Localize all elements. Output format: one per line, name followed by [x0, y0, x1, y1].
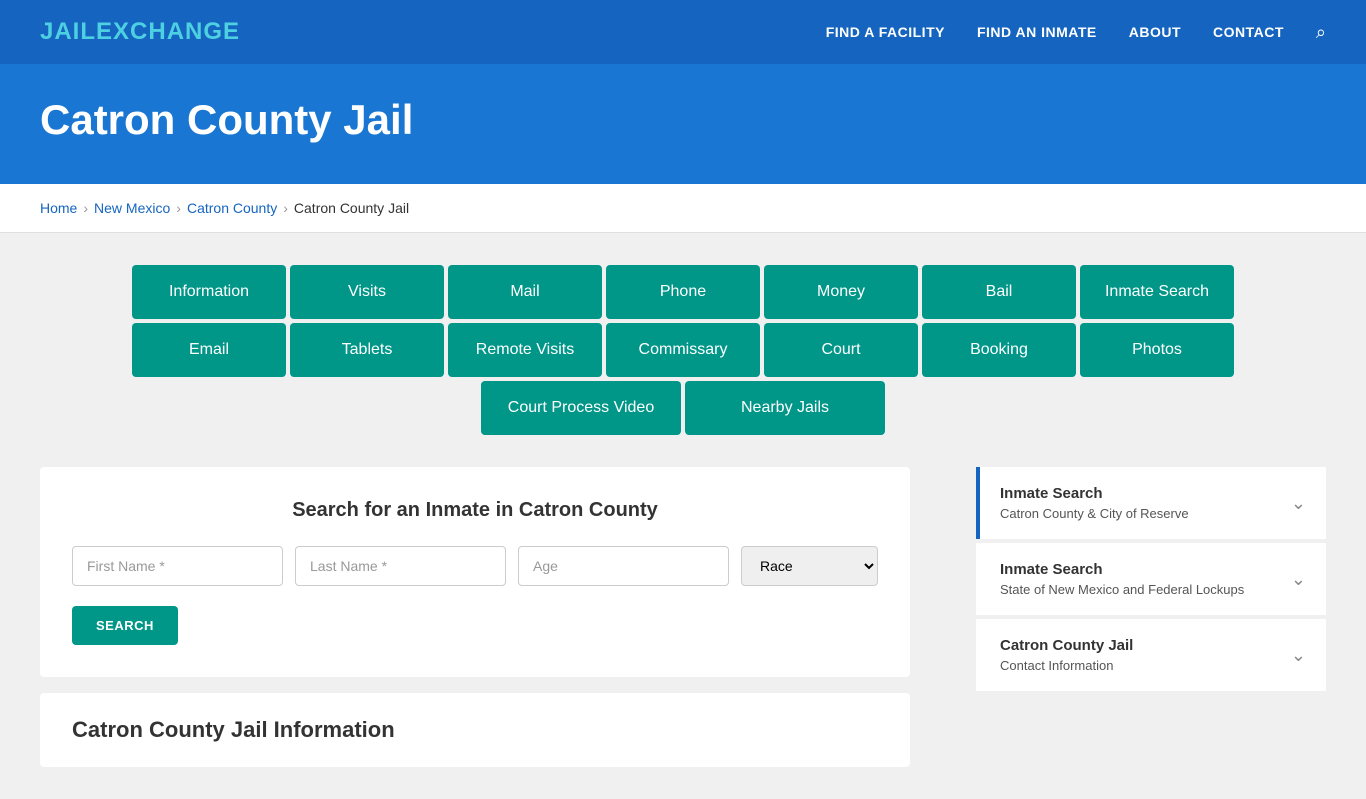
first-name-input[interactable] [72, 546, 283, 586]
sidebar-card-title-2: Inmate Search [1000, 561, 1244, 578]
navigation-grid: Information Visits Mail Phone Money Bail… [40, 265, 1326, 435]
btn-court[interactable]: Court [764, 323, 918, 377]
race-select[interactable]: Race White Black Hispanic Asian Other [741, 546, 878, 586]
btn-photos[interactable]: Photos [1080, 323, 1234, 377]
btn-nearby-jails[interactable]: Nearby Jails [685, 381, 885, 435]
sidebar-card-sub-1: Catron County & City of Reserve [1000, 506, 1189, 521]
age-input[interactable] [518, 546, 729, 586]
breadcrumb-sep-2: › [176, 200, 181, 216]
logo-jail: JAIL [40, 18, 96, 45]
chevron-down-icon-1: ⌄ [1291, 493, 1306, 514]
left-column: Search for an Inmate in Catron County Ra… [40, 467, 952, 767]
sidebar-card-title-1: Inmate Search [1000, 485, 1189, 502]
breadcrumb-catron-county[interactable]: Catron County [187, 200, 277, 216]
search-button[interactable]: SEARCH [72, 606, 178, 645]
breadcrumb-new-mexico[interactable]: New Mexico [94, 200, 170, 216]
main-nav: FIND A FACILITY FIND AN INMATE ABOUT CON… [826, 22, 1326, 43]
logo-exchange: EXCHANGE [96, 18, 240, 45]
last-name-input[interactable] [295, 546, 506, 586]
sidebar: Inmate Search Catron County & City of Re… [976, 467, 1326, 767]
sidebar-card-sub-3: Contact Information [1000, 658, 1133, 673]
btn-booking[interactable]: Booking [922, 323, 1076, 377]
search-fields: Race White Black Hispanic Asian Other [72, 546, 878, 586]
main-content: Information Visits Mail Phone Money Bail… [0, 233, 1366, 799]
info-section: Catron County Jail Information [40, 693, 910, 767]
btn-visits[interactable]: Visits [290, 265, 444, 319]
sidebar-item-inmate-search-local[interactable]: Inmate Search Catron County & City of Re… [976, 467, 1326, 539]
hero-section: Catron County Jail [0, 64, 1366, 184]
info-heading: Catron County Jail Information [72, 717, 878, 743]
btn-commissary[interactable]: Commissary [606, 323, 760, 377]
btn-tablets[interactable]: Tablets [290, 323, 444, 377]
breadcrumb-home[interactable]: Home [40, 200, 77, 216]
content-area: Search for an Inmate in Catron County Ra… [40, 467, 1326, 767]
sidebar-card-sub-2: State of New Mexico and Federal Lockups [1000, 582, 1244, 597]
btn-inmate-search[interactable]: Inmate Search [1080, 265, 1234, 319]
sidebar-card-title-3: Catron County Jail [1000, 637, 1133, 654]
breadcrumb: Home › New Mexico › Catron County › Catr… [0, 184, 1366, 233]
grid-row-3: Court Process Video Nearby Jails [40, 381, 1326, 435]
btn-phone[interactable]: Phone [606, 265, 760, 319]
btn-remote-visits[interactable]: Remote Visits [448, 323, 602, 377]
sidebar-item-inmate-search-state[interactable]: Inmate Search State of New Mexico and Fe… [976, 543, 1326, 615]
btn-court-process-video[interactable]: Court Process Video [481, 381, 681, 435]
nav-find-facility[interactable]: FIND A FACILITY [826, 24, 945, 40]
btn-money[interactable]: Money [764, 265, 918, 319]
sidebar-item-contact-info[interactable]: Catron County Jail Contact Information ⌄ [976, 619, 1326, 691]
header: JAILEXCHANGE FIND A FACILITY FIND AN INM… [0, 0, 1366, 64]
search-heading: Search for an Inmate in Catron County [72, 499, 878, 522]
btn-bail[interactable]: Bail [922, 265, 1076, 319]
search-icon[interactable]: ⌕ [1316, 22, 1326, 43]
nav-contact[interactable]: CONTACT [1213, 24, 1284, 40]
chevron-down-icon-2: ⌄ [1291, 569, 1306, 590]
logo[interactable]: JAILEXCHANGE [40, 18, 240, 46]
btn-mail[interactable]: Mail [448, 265, 602, 319]
btn-email[interactable]: Email [132, 323, 286, 377]
breadcrumb-sep-1: › [83, 200, 88, 216]
inmate-search-box: Search for an Inmate in Catron County Ra… [40, 467, 910, 677]
nav-about[interactable]: ABOUT [1129, 24, 1181, 40]
breadcrumb-sep-3: › [283, 200, 288, 216]
page-title: Catron County Jail [40, 96, 1326, 144]
btn-information[interactable]: Information [132, 265, 286, 319]
breadcrumb-current: Catron County Jail [294, 200, 409, 216]
grid-row-2: Email Tablets Remote Visits Commissary C… [40, 323, 1326, 377]
grid-row-1: Information Visits Mail Phone Money Bail… [40, 265, 1326, 319]
nav-find-inmate[interactable]: FIND AN INMATE [977, 24, 1097, 40]
chevron-down-icon-3: ⌄ [1291, 645, 1306, 666]
